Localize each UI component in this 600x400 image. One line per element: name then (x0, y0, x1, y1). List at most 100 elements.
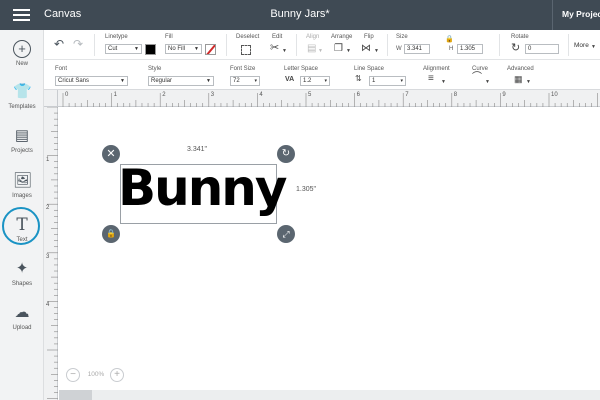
chevron-down-icon[interactable]: ▼ (346, 46, 351, 56)
ruler-top-ticks (62, 93, 598, 107)
height-input[interactable]: 1.305 (457, 44, 483, 54)
chevron-down-icon[interactable]: ▼ (282, 46, 287, 56)
sidebar-item-shapes[interactable]: ✦ Shapes (0, 260, 44, 300)
sidebar-item-text[interactable]: T Text (0, 216, 44, 256)
deselect-icon[interactable] (241, 45, 251, 55)
chevron-down-icon: ▼ (120, 78, 125, 84)
plus-circle-icon: + (13, 40, 31, 58)
font-size-input[interactable]: 72 ▾ (230, 76, 260, 86)
ruler-top-number: 2 (162, 92, 166, 98)
no-fill-slash-icon (206, 45, 215, 54)
image-icon: 🖼 (13, 172, 33, 189)
arrange-label: Arrange (331, 34, 353, 40)
title-divider (552, 0, 553, 30)
stepper-icon: ▾ (324, 78, 327, 84)
curve-icon[interactable]: ⌒ (472, 73, 482, 83)
chevron-down-icon[interactable]: ▼ (374, 46, 379, 56)
font-size-value: 72 (233, 78, 240, 84)
flip-icon[interactable]: ⋈ (361, 44, 371, 54)
line-space-icon: ⇅ (355, 74, 362, 83)
size-label: Size (396, 34, 408, 40)
chevron-down-icon: ▼ (134, 46, 139, 52)
alignment-label: Alignment (423, 66, 450, 72)
canvas-text-object[interactable]: Bunny (118, 158, 288, 218)
style-select[interactable]: Regular ▼ (148, 76, 214, 86)
letter-space-value: 1.2 (303, 78, 312, 84)
sidebar-item-new[interactable]: + New (0, 40, 44, 80)
more-button[interactable]: More (574, 42, 589, 49)
delete-handle-close-icon[interactable]: ✕ (102, 145, 120, 163)
design-canvas[interactable] (59, 108, 600, 390)
advanced-icon[interactable]: ▦ (514, 74, 523, 84)
toolbar-divider (226, 34, 227, 56)
letter-space-icon: VA (285, 76, 295, 83)
fill-select[interactable]: No Fill ▼ (165, 44, 202, 54)
shirt-icon: 👕 (13, 83, 32, 100)
width-dimension-label: 3.341" (187, 146, 208, 153)
projects-icon: ▤ (14, 127, 30, 144)
lock-icon[interactable]: 🔒 (445, 35, 454, 45)
letter-space-input[interactable]: 1.2 ▾ (300, 76, 330, 86)
ruler-top-number: 8 (453, 92, 458, 98)
stepper-icon: ▾ (400, 78, 403, 84)
chevron-down-icon[interactable]: ▼ (591, 42, 596, 52)
linetype-select[interactable]: Cut ▼ (105, 44, 142, 54)
rotate-icon: ↻ (511, 42, 521, 54)
scissors-icon[interactable]: ✂ (270, 43, 279, 54)
ruler-top-number: 3 (210, 92, 215, 98)
my-projects-link[interactable]: My Projects (562, 9, 600, 19)
zoom-in-button[interactable]: + (110, 368, 124, 382)
rotate-handle-icon[interactable]: ↻ (277, 145, 295, 163)
toolbar-divider (94, 34, 95, 56)
undo-icon[interactable]: ↶ (54, 38, 64, 50)
line-space-input[interactable]: 1 ▾ (369, 76, 406, 86)
edit-label: Edit (272, 34, 283, 40)
ruler-top-number: 9 (502, 92, 506, 98)
ruler-left: 1 2 3 4 (44, 107, 58, 400)
sidebar-item-upload[interactable]: ☁ Upload (0, 304, 44, 344)
chevron-down-icon[interactable]: ▼ (485, 77, 490, 87)
chevron-down-icon[interactable]: ▼ (441, 77, 446, 87)
style-value: Regular (151, 78, 173, 84)
rotate-input[interactable]: 0 (525, 44, 559, 54)
height-label: H (449, 46, 454, 52)
chevron-down-icon[interactable]: ▼ (526, 77, 531, 87)
sidebar-item-images[interactable]: 🖼 Images (0, 172, 44, 212)
line-space-value: 1 (372, 78, 376, 84)
sidebar-item-label: Text (16, 237, 28, 243)
sidebar-item-label: Shapes (11, 281, 33, 287)
edit-toolbar: ↶ ↷ Linetype Cut ▼ Fill No Fill ▼ Deselect… (44, 30, 600, 60)
chevron-down-icon[interactable]: ▼ (318, 46, 323, 56)
horizontal-scrollbar[interactable] (59, 390, 600, 400)
sidebar-item-templates[interactable]: 👕 Templates (0, 83, 44, 123)
align-left-icon[interactable]: ≡ (428, 74, 434, 84)
sidebar-item-label: Upload (12, 325, 32, 331)
align-icon[interactable]: ▤ (307, 44, 316, 54)
horizontal-scrollbar-thumb[interactable] (59, 390, 92, 400)
linetype-color-swatch[interactable] (145, 44, 156, 55)
deselect-label: Deselect (236, 34, 260, 40)
ruler-top-number: 10 (551, 92, 558, 98)
width-input[interactable]: 3.341 (404, 44, 430, 54)
ruler-left-number: 1 (46, 156, 50, 163)
sidebar-item-projects[interactable]: ▤ Projects (0, 127, 44, 167)
redo-icon[interactable]: ↷ (73, 38, 83, 50)
ruler-corner (44, 90, 58, 107)
lock-handle-icon[interactable]: 🔒 (102, 225, 120, 243)
ruler-left-number: 4 (46, 302, 50, 309)
zoom-out-button[interactable]: − (66, 368, 80, 382)
align-label: Align (306, 34, 320, 40)
resize-handle-icon[interactable]: ⤢ (277, 225, 295, 243)
ruler-top: 0 1 2 3 4 5 6 7 8 9 10 (44, 90, 600, 107)
font-size-label: Font Size (230, 66, 256, 72)
cloud-upload-icon: ☁ (14, 304, 30, 321)
sidebar-item-label: Templates (8, 104, 36, 110)
arrange-icon[interactable]: ❐ (334, 44, 343, 54)
width-label: W (396, 46, 402, 52)
ruler-left-number: 2 (46, 205, 50, 212)
font-select[interactable]: Cricut Sans ▼ (55, 76, 128, 86)
fill-color-swatch[interactable] (205, 44, 216, 55)
letter-space-label: Letter Space (284, 66, 319, 72)
style-label: Style (148, 66, 162, 72)
zoom-value: 100% (87, 371, 105, 378)
